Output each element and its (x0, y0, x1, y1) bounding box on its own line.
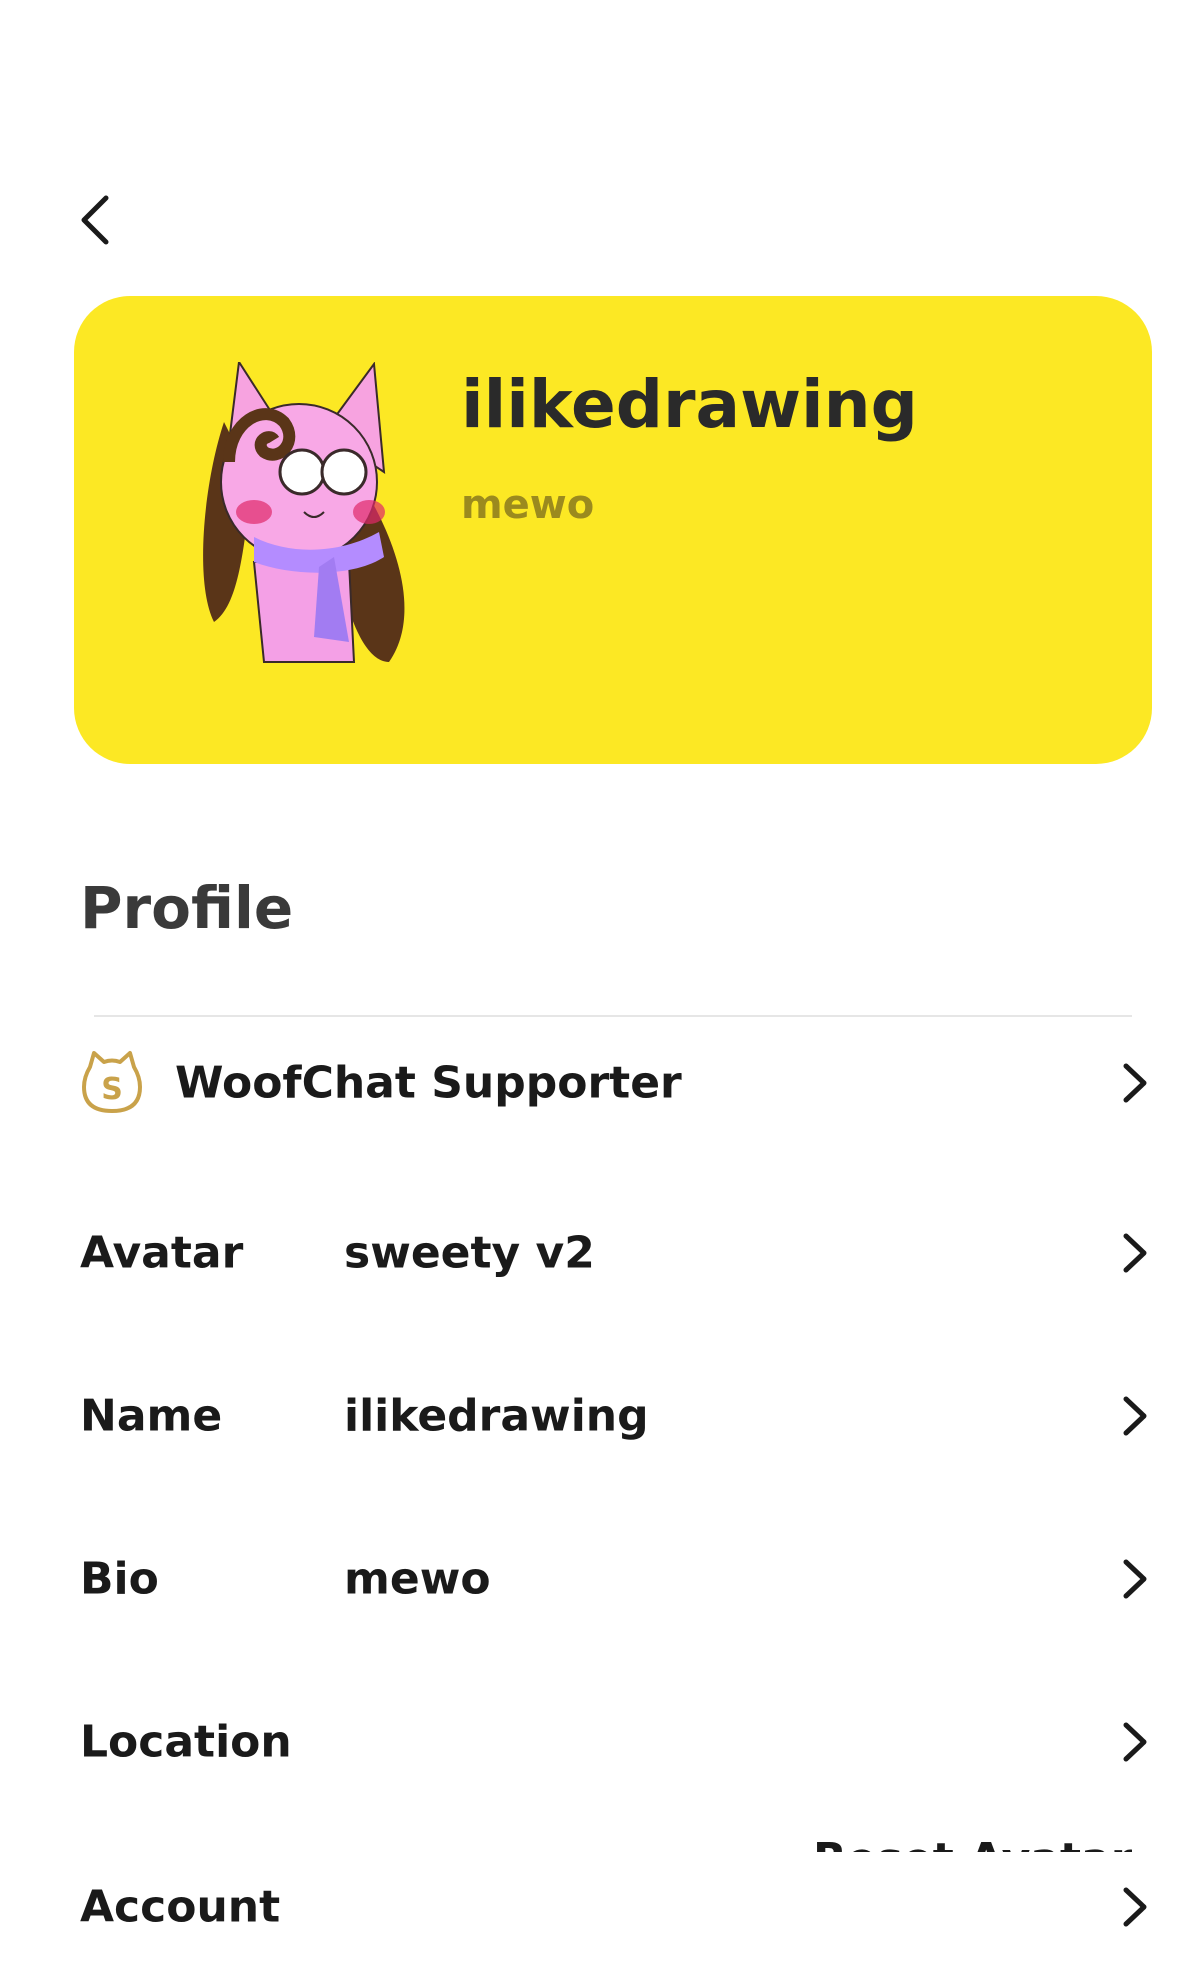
row-label-name: Name (80, 1390, 223, 1442)
chevron-right-icon (1123, 1559, 1147, 1599)
name-row[interactable]: Name ilikedrawing (0, 1361, 1200, 1471)
row-label-bio: Bio (80, 1553, 159, 1605)
chevron-right-icon (1123, 1233, 1147, 1273)
supporter-row[interactable]: S WoofChat Supporter (0, 1028, 1200, 1138)
svg-text:S: S (101, 1072, 123, 1107)
location-row[interactable]: Location (0, 1687, 1200, 1797)
profile-name: ilikedrawing (461, 366, 918, 443)
supporter-label: WoofChat Supporter (175, 1057, 682, 1109)
divider (94, 1015, 1132, 1017)
account-row[interactable]: Account (0, 1852, 1200, 1962)
back-button[interactable] (70, 190, 120, 250)
profile-bio: mewo (461, 482, 595, 528)
row-value-bio: mewo (344, 1553, 491, 1605)
reset-avatar-button[interactable]: Reset Avatar (813, 1830, 1132, 1852)
chevron-right-icon (1123, 1722, 1147, 1762)
chevron-left-icon (81, 195, 109, 245)
row-value-avatar: sweety v2 (344, 1227, 595, 1279)
avatar (203, 362, 405, 663)
chevron-right-icon (1123, 1887, 1147, 1927)
row-value-name: ilikedrawing (344, 1390, 649, 1442)
section-title: Profile (80, 874, 294, 942)
row-label-avatar: Avatar (80, 1227, 244, 1279)
profile-card: ilikedrawing mewo (74, 296, 1152, 764)
chevron-right-icon (1123, 1063, 1147, 1103)
chevron-right-icon (1123, 1396, 1147, 1436)
supporter-coin-icon: S (82, 1051, 142, 1113)
row-label-account: Account (80, 1881, 281, 1933)
row-label-location: Location (80, 1716, 292, 1768)
avatar-row[interactable]: Avatar sweety v2 (0, 1198, 1200, 1308)
reset-avatar-label: Reset Avatar (813, 1830, 1132, 1852)
bio-row[interactable]: Bio mewo (0, 1524, 1200, 1634)
